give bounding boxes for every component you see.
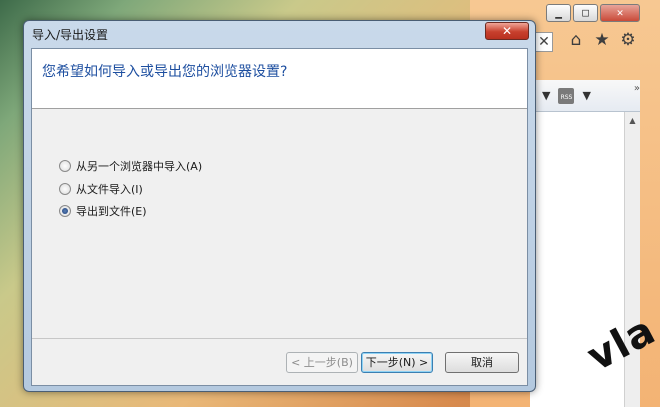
radio-export-file[interactable] bbox=[59, 205, 71, 218]
next-button[interactable]: 下一步(N) > bbox=[361, 352, 433, 373]
maximize-button[interactable]: □ bbox=[573, 4, 598, 22]
footer-divider bbox=[32, 338, 527, 339]
option-label: 从另一个浏览器中导入(A) bbox=[76, 160, 203, 174]
cancel-button[interactable]: 取消 bbox=[445, 352, 519, 373]
option-label: 从文件导入(I) bbox=[76, 182, 143, 196]
dialog-header: 您希望如何导入或导出您的浏览器设置? bbox=[32, 49, 527, 109]
radio-import-browser[interactable] bbox=[59, 160, 71, 173]
close-window-button[interactable]: ✕ bbox=[600, 4, 640, 22]
gear-icon[interactable]: ⚙ bbox=[618, 30, 638, 50]
browser-toolbar-icons: ⌂ ★ ⚙ bbox=[566, 30, 638, 50]
radio-import-file[interactable] bbox=[59, 182, 71, 195]
chevron-icon[interactable]: » bbox=[634, 83, 640, 94]
dialog-body: 您希望如何导入或导出您的浏览器设置? 从另一个浏览器中导入(A) 从文件导入(I… bbox=[31, 48, 528, 386]
scroll-up-icon[interactable]: ▲ bbox=[625, 116, 640, 125]
address-stop-button[interactable]: ✕ bbox=[535, 32, 553, 52]
rss-label: RSS bbox=[560, 93, 573, 101]
star-icon[interactable]: ★ bbox=[592, 30, 612, 50]
import-export-dialog: 导入/导出设置 ✕ 您希望如何导入或导出您的浏览器设置? 从另一个浏览器中导入(… bbox=[23, 20, 536, 392]
option-import-file[interactable]: 从文件导入(I) bbox=[59, 178, 202, 201]
option-import-browser[interactable]: 从另一个浏览器中导入(A) bbox=[59, 155, 202, 178]
option-label: 导出到文件(E) bbox=[76, 205, 147, 219]
dialog-question: 您希望如何导入或导出您的浏览器设置? bbox=[42, 64, 288, 80]
minimize-button[interactable]: ▁ bbox=[546, 4, 571, 22]
home-icon[interactable]: ⌂ bbox=[566, 30, 586, 50]
dialog-titlebar[interactable]: 导入/导出设置 ✕ bbox=[24, 21, 535, 47]
dialog-close-button[interactable]: ✕ bbox=[485, 22, 529, 40]
back-button[interactable]: < 上一步(B) bbox=[286, 352, 358, 373]
dialog-title: 导入/导出设置 bbox=[32, 28, 109, 42]
option-list: 从另一个浏览器中导入(A) 从文件导入(I) 导出到文件(E) bbox=[59, 155, 202, 223]
option-export-file[interactable]: 导出到文件(E) bbox=[59, 200, 202, 223]
dropdown-arrow-icon[interactable]: ▼ bbox=[542, 89, 550, 102]
rss-icon[interactable]: RSS bbox=[558, 87, 575, 104]
command-bar: ▼ RSS ▼ » bbox=[530, 80, 640, 112]
browser-window-controls: ▁ □ ✕ bbox=[546, 4, 640, 22]
rss-dropdown-icon[interactable]: ▼ bbox=[582, 89, 590, 102]
